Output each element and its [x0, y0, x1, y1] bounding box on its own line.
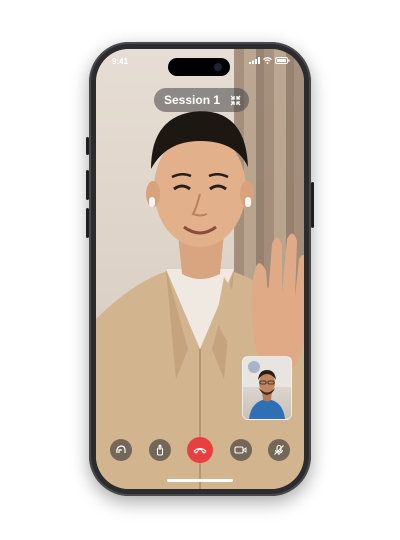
battery-icon: [275, 57, 290, 64]
mic-off-icon: [274, 444, 284, 455]
wifi-icon: [263, 57, 272, 64]
video-toggle-button[interactable]: [229, 439, 252, 461]
status-icons: [249, 57, 290, 64]
session-title-bar[interactable]: Session 1: [154, 88, 250, 112]
session-title: Session 1: [164, 93, 221, 107]
end-call-button[interactable]: [187, 437, 213, 463]
video-call-screen: 9:41 Session 1: [96, 49, 304, 489]
signal-icon: [249, 57, 260, 64]
mute-button[interactable]: [268, 439, 290, 461]
rotate-icon: [116, 445, 126, 454]
status-bar: 9:41: [96, 49, 304, 76]
front-camera: [214, 63, 222, 71]
status-time: 9:41: [112, 57, 129, 66]
action-button: [86, 137, 89, 155]
volume-up-button: [86, 170, 89, 200]
video-camera-icon: [234, 446, 247, 454]
phone-frame: 9:41 Session 1: [86, 42, 314, 496]
remote-participant-video: [96, 111, 304, 489]
call-controls: [110, 437, 290, 463]
share-button[interactable]: [148, 439, 171, 461]
home-indicator[interactable]: [167, 479, 233, 482]
share-icon: [156, 444, 163, 456]
minimize-arrows-icon[interactable]: [230, 95, 241, 106]
flip-camera-button[interactable]: [110, 439, 132, 461]
hangup-icon: [193, 448, 207, 454]
self-view-video[interactable]: [242, 356, 292, 420]
power-button: [311, 182, 314, 228]
dynamic-island: [168, 58, 230, 76]
volume-down-button: [86, 208, 89, 238]
self-view-person: [243, 357, 291, 419]
